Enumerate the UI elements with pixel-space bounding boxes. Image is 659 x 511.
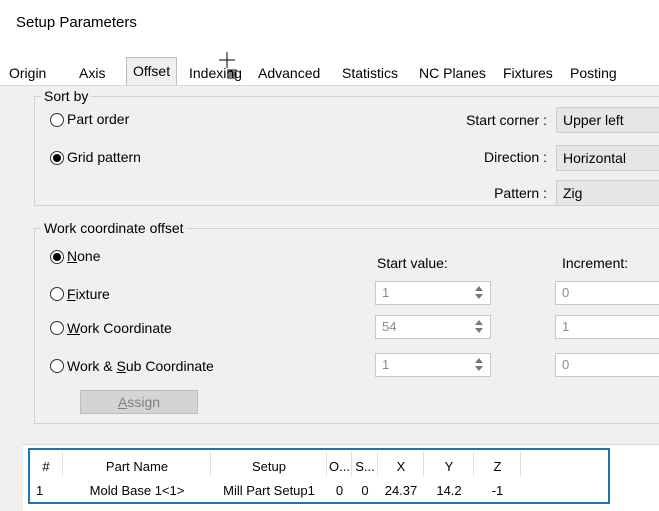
work-sub-coordinate-increment-field[interactable]: 0 bbox=[555, 353, 659, 377]
work-coordinate-start-stepper[interactable]: 54 bbox=[375, 315, 491, 339]
fixture-start-stepper[interactable]: 1 bbox=[375, 281, 491, 305]
work-sub-coordinate-label: Work & Sub Coordinate bbox=[67, 358, 214, 374]
work-coordinate-label: Work Coordinate bbox=[67, 320, 172, 336]
increment-label: Increment: bbox=[562, 255, 629, 271]
tab-axis[interactable]: Axis bbox=[79, 63, 105, 84]
start-corner-label: Start corner : bbox=[466, 112, 547, 128]
part-order-label: Part order bbox=[67, 111, 130, 127]
title-bar: Setup Parameters bbox=[0, 0, 659, 44]
work-sub-coordinate-start-stepper[interactable]: 1 bbox=[375, 353, 491, 377]
pattern-select[interactable]: Zig bbox=[556, 180, 659, 206]
text-cursor-icon bbox=[219, 52, 237, 79]
start-corner-select[interactable]: Upper left bbox=[556, 107, 659, 133]
fixture-radio[interactable] bbox=[50, 287, 64, 301]
none-radio[interactable] bbox=[50, 250, 64, 264]
setup-parameters-dialog: Setup Parameters Origin Axis Offset Inde… bbox=[0, 0, 659, 511]
tab-statistics[interactable]: Statistics bbox=[342, 63, 398, 84]
table-highlight-frame bbox=[28, 448, 610, 504]
work-offset-legend: Work coordinate offset bbox=[41, 220, 187, 236]
tab-posting[interactable]: Posting bbox=[570, 63, 617, 84]
fixture-label: Fixture bbox=[67, 286, 110, 302]
direction-select[interactable]: Horizontal bbox=[556, 145, 659, 171]
work-coordinate-start-value: 54 bbox=[382, 319, 397, 334]
start-value-label: Start value: bbox=[377, 255, 448, 271]
window-title: Setup Parameters bbox=[16, 14, 137, 31]
work-coordinate-radio[interactable] bbox=[50, 321, 64, 335]
direction-label: Direction : bbox=[483, 149, 547, 165]
tab-strip: Origin Axis Offset Indexing Advanced Sta… bbox=[0, 44, 659, 86]
grid-pattern-radio[interactable] bbox=[50, 151, 64, 165]
fixture-increment-field[interactable]: 0 bbox=[555, 281, 659, 305]
stepper-arrows-icon[interactable] bbox=[475, 320, 484, 334]
fixture-start-value: 1 bbox=[382, 285, 390, 300]
grid-pattern-label: Grid pattern bbox=[67, 149, 141, 165]
tab-advanced[interactable]: Advanced bbox=[258, 63, 320, 84]
none-label: None bbox=[67, 248, 101, 264]
stepper-arrows-icon[interactable] bbox=[475, 286, 484, 300]
tab-origin[interactable]: Origin bbox=[9, 63, 46, 84]
tab-offset[interactable]: Offset bbox=[126, 57, 178, 85]
pattern-label: Pattern : bbox=[494, 185, 547, 201]
work-sub-coordinate-start-value: 1 bbox=[382, 357, 390, 372]
sort-by-legend: Sort by bbox=[41, 88, 92, 104]
tab-fixtures[interactable]: Fixtures bbox=[503, 63, 553, 84]
work-sub-coordinate-radio[interactable] bbox=[50, 359, 64, 373]
work-coordinate-increment-field[interactable]: 1 bbox=[555, 315, 659, 339]
tab-nc-planes[interactable]: NC Planes bbox=[419, 63, 486, 84]
part-order-radio[interactable] bbox=[50, 113, 64, 127]
stepper-arrows-icon[interactable] bbox=[475, 358, 484, 372]
assign-button[interactable]: Assign bbox=[80, 390, 198, 414]
